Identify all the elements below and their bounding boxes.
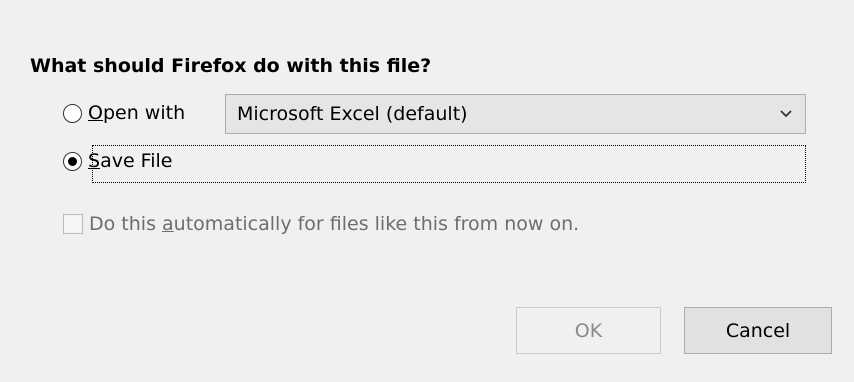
radio-checked-icon[interactable] xyxy=(63,151,82,171)
focus-rectangle xyxy=(92,145,806,183)
checkbox-icon[interactable] xyxy=(63,214,83,234)
auto-label-after: utomatically for files like this from no… xyxy=(173,213,580,235)
chevron-down-icon[interactable] xyxy=(777,104,795,124)
access-key: a xyxy=(162,213,174,235)
application-select-value: Microsoft Excel (default) xyxy=(237,103,468,125)
auto-label-before: Do this xyxy=(89,213,163,235)
open-with-radio[interactable]: Open with xyxy=(63,102,185,124)
cancel-button[interactable]: Cancel xyxy=(684,307,832,354)
radio-unchecked-icon[interactable] xyxy=(63,103,82,123)
ok-button[interactable]: OK xyxy=(516,307,661,354)
auto-action-checkbox[interactable]: Do this automatically for files like thi… xyxy=(63,213,579,235)
auto-action-label: Do this automatically for files like thi… xyxy=(89,213,579,235)
open-with-label: Open with xyxy=(88,102,185,124)
application-select[interactable]: Microsoft Excel (default) xyxy=(225,94,806,134)
dialog-question: What should Firefox do with this file? xyxy=(30,55,432,77)
access-key: O xyxy=(88,102,103,124)
open-with-label-text: pen with xyxy=(102,102,186,124)
